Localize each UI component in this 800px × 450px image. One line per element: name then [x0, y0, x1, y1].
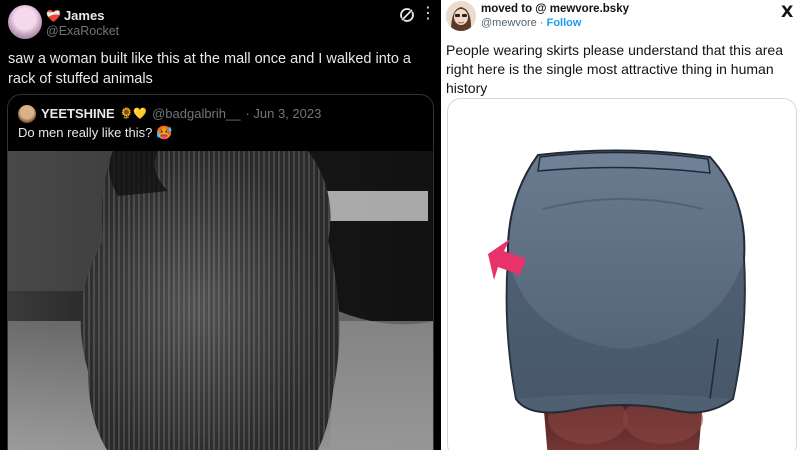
author-name-row: ❤️‍🩹 James: [46, 8, 104, 23]
quoted-author-row: YEETSHINE 🌻💛 @badgalbrih__ · Jun 3, 2023: [41, 106, 321, 121]
quoted-photo[interactable]: [8, 151, 434, 450]
quoted-author-avatar: [18, 105, 36, 123]
author-handle[interactable]: @ExaRocket: [46, 24, 119, 38]
skirt-illustration: [448, 99, 796, 450]
tweet-text: People wearing skirts please understand …: [446, 42, 783, 96]
quoted-author-name: YEETSHINE: [41, 106, 115, 121]
quoted-date: · Jun 3, 2023: [245, 106, 322, 121]
quoted-name-emojis: 🌻💛: [119, 108, 148, 120]
follow-button[interactable]: Follow: [547, 17, 582, 29]
right-tweet-panel: moved to @ mewvore.bsky @mewvore · Follo…: [444, 0, 800, 450]
quoted-tweet[interactable]: YEETSHINE 🌻💛 @badgalbrih__ · Jun 3, 2023…: [7, 94, 434, 450]
left-tweet-panel: ❤️‍🩹 James @ExaRocket ⋮ saw a woman buil…: [0, 0, 441, 450]
separator-dot: ·: [539, 17, 544, 29]
author-handle[interactable]: @mewvore: [481, 17, 537, 29]
quoted-author-handle: @badgalbrih__: [152, 106, 241, 121]
author-subline: @mewvore · Follow: [481, 17, 581, 29]
mending-heart-icon: ❤️‍🩹: [46, 8, 61, 23]
tweet-text: saw a woman built like this at the mall …: [8, 51, 411, 87]
quoted-tweet-text: Do men really like this? 🥵: [18, 125, 173, 140]
x-logo-icon[interactable]: X: [781, 2, 793, 21]
author-name[interactable]: moved to @ mewvore.bsky: [481, 3, 629, 15]
author-avatar[interactable]: [446, 1, 476, 31]
tweet-image[interactable]: [447, 98, 797, 450]
grok-icon[interactable]: [398, 6, 416, 24]
author-name[interactable]: James: [64, 8, 104, 23]
more-icon[interactable]: ⋮: [420, 3, 437, 23]
author-avatar[interactable]: [8, 5, 42, 39]
